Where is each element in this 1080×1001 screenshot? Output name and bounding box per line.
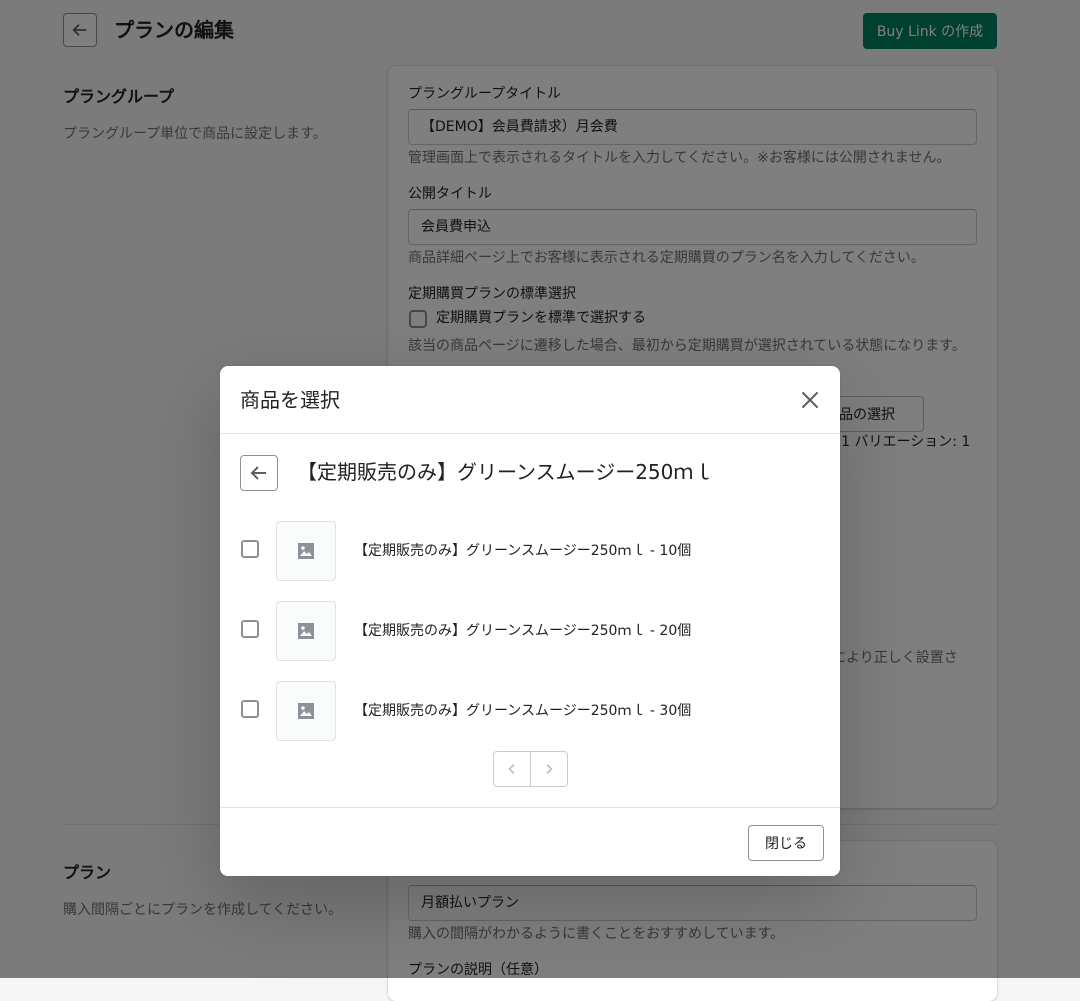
variant-thumbnail [276,681,336,741]
select-product-modal: 商品を選択 【定期販売のみ】グリーンスムージー250ｍｌ 【定期販売のみ】グリー… [220,366,840,876]
modal-header: 商品を選択 [220,366,840,434]
variant-thumbnail [276,601,336,661]
close-icon [802,392,818,408]
chevron-right-icon [546,763,553,775]
variant-checkbox[interactable] [241,540,259,558]
previous-page-button[interactable] [493,751,531,787]
modal-back-button[interactable] [240,455,278,491]
close-button[interactable]: 閉じる [748,825,824,861]
variant-checkbox[interactable] [241,700,259,718]
variant-row[interactable]: 【定期販売のみ】グリーンスムージー250ｍｌ - 30個 [220,678,840,758]
variant-checkbox[interactable] [241,620,259,638]
modal-footer: 閉じる [220,807,840,876]
image-placeholder-icon [298,543,314,559]
pagination [493,751,568,787]
image-placeholder-icon [298,623,314,639]
variant-label: 【定期販売のみ】グリーンスムージー250ｍｌ - 10個 [354,543,692,559]
next-page-button[interactable] [530,751,568,787]
image-placeholder-icon [298,703,314,719]
variant-label: 【定期販売のみ】グリーンスムージー250ｍｌ - 30個 [354,703,692,719]
modal-close-button[interactable] [798,388,822,412]
variant-row[interactable]: 【定期販売のみ】グリーンスムージー250ｍｌ - 20個 [220,598,840,678]
modal-product-title: 【定期販売のみ】グリーンスムージー250ｍｌ [297,460,714,484]
chevron-left-icon [508,763,515,775]
variant-row[interactable]: 【定期販売のみ】グリーンスムージー250ｍｌ - 10個 [220,518,840,598]
variant-label: 【定期販売のみ】グリーンスムージー250ｍｌ - 20個 [354,623,692,639]
variant-thumbnail [276,521,336,581]
modal-title: 商品を選択 [240,388,340,412]
arrow-left-icon [250,466,266,480]
